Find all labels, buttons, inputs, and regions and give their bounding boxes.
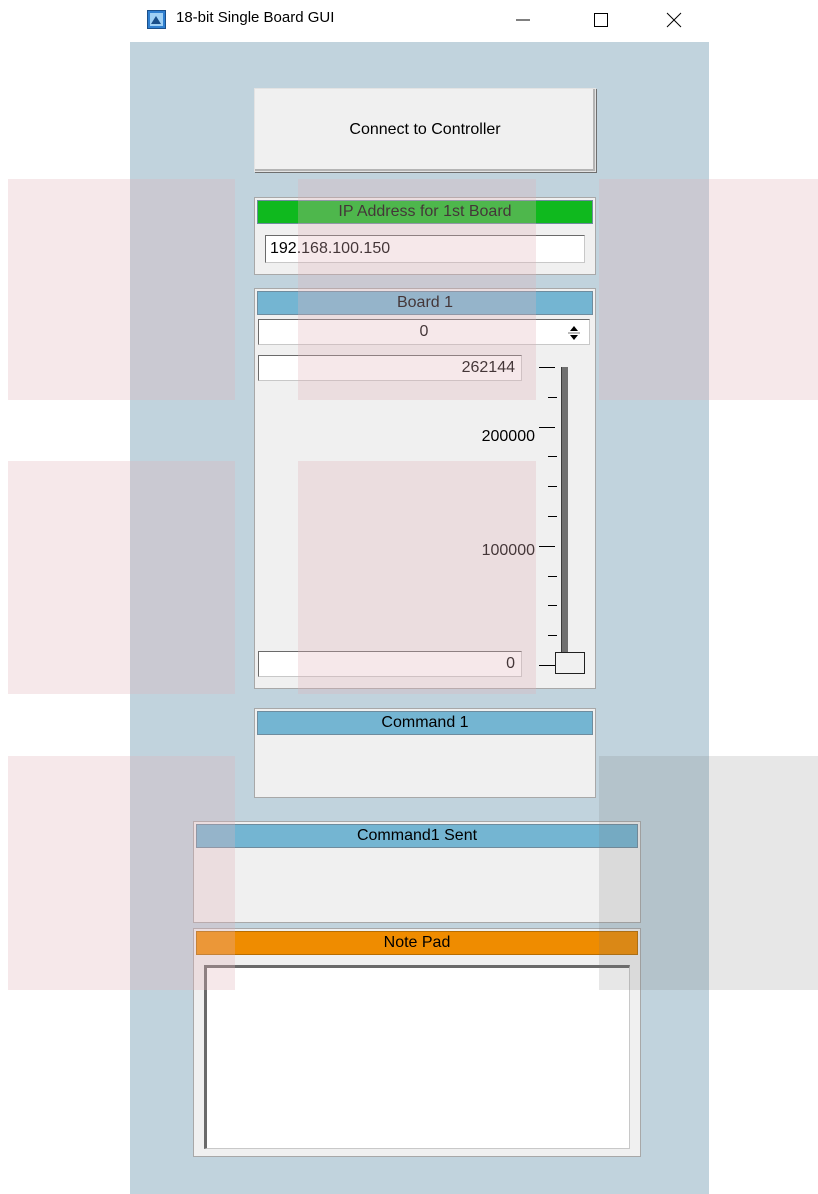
app-icon xyxy=(147,10,166,29)
note-pad-header: Note Pad xyxy=(196,931,638,955)
overlay-tile xyxy=(298,461,536,694)
slider-tick xyxy=(539,665,555,666)
slider-tick xyxy=(548,605,557,606)
minimize-icon xyxy=(516,19,530,21)
overlay-tile xyxy=(599,179,818,400)
minimize-button[interactable] xyxy=(495,0,551,40)
slider-tick xyxy=(548,516,557,517)
command-1-panel: Command 1 xyxy=(254,708,596,798)
connect-to-controller-button[interactable]: Connect to Controller xyxy=(254,88,596,172)
title-bar: 18-bit Single Board GUI xyxy=(130,0,710,40)
overlay-tile xyxy=(599,756,818,990)
overlay-tile xyxy=(8,179,235,400)
slider-thumb[interactable] xyxy=(555,652,585,674)
slider-tick xyxy=(539,546,555,547)
slider-tick xyxy=(539,367,555,368)
up-down-arrows-icon xyxy=(568,326,580,340)
note-pad-panel: Note Pad xyxy=(193,928,641,1157)
command-1-header: Command 1 xyxy=(257,711,593,735)
close-icon xyxy=(666,12,682,28)
maximize-icon xyxy=(594,13,608,27)
note-pad-textarea[interactable] xyxy=(204,965,630,1149)
close-button[interactable] xyxy=(646,0,702,40)
slider-tick xyxy=(539,427,555,428)
command-1-sent-header: Command1 Sent xyxy=(196,824,638,848)
overlay-tile xyxy=(8,461,235,694)
tick-label-200000: 200000 xyxy=(481,428,535,445)
slider-tick xyxy=(548,576,557,577)
overlay-tile xyxy=(8,756,235,990)
slider-tick xyxy=(548,486,557,487)
slider-track[interactable] xyxy=(561,367,568,665)
command-1-sent-panel: Command1 Sent xyxy=(193,821,641,923)
maximize-button[interactable] xyxy=(573,0,629,40)
overlay-tile xyxy=(298,179,536,400)
slider-tick xyxy=(548,397,557,398)
slider-tick xyxy=(548,635,557,636)
spin-arrows[interactable] xyxy=(567,323,581,343)
window-title: 18-bit Single Board GUI xyxy=(176,9,335,26)
slider-tick xyxy=(548,456,557,457)
